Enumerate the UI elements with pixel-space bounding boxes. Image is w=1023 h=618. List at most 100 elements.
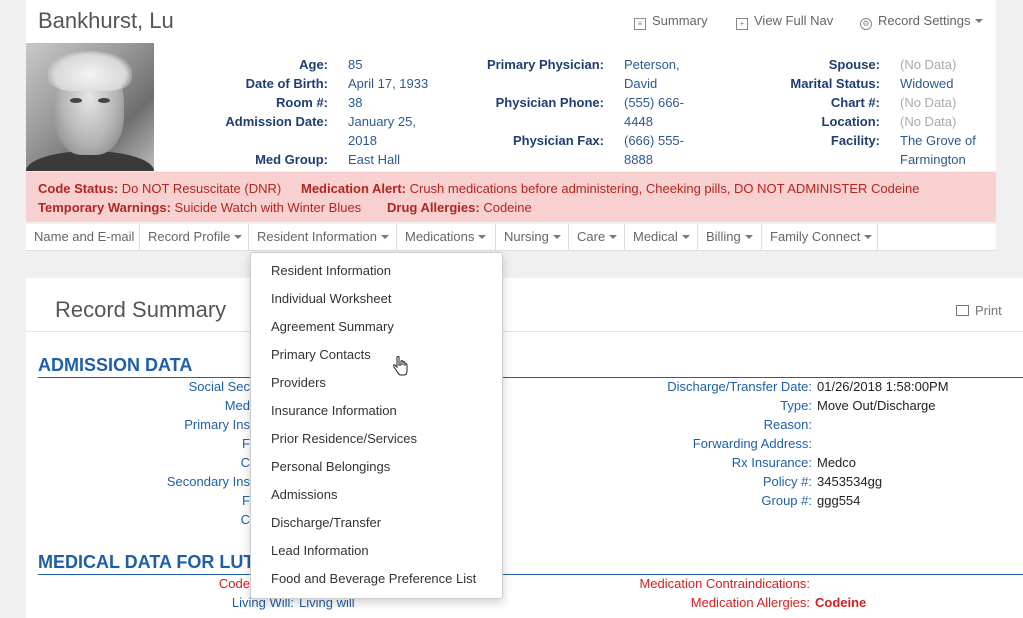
menu-item-individual-worksheet[interactable]: Individual Worksheet bbox=[271, 291, 391, 306]
view-full-nav-label: View Full Nav bbox=[754, 13, 834, 28]
tab-nursing[interactable]: Nursing bbox=[496, 224, 569, 250]
temporary-warnings: Temporary Warnings: Suicide Watch with W… bbox=[38, 200, 361, 215]
code-status-value: Do NOT Resuscitate (DNR) bbox=[121, 181, 282, 196]
tab-label: Medical bbox=[633, 229, 678, 244]
rx-insurance-label: Rx Insurance: bbox=[731, 455, 812, 470]
spouse-value: (No Data) bbox=[900, 57, 957, 72]
tab-name-and-email[interactable]: Name and E-mail bbox=[26, 224, 140, 250]
menu-item-insurance-information[interactable]: Insurance Information bbox=[271, 403, 397, 418]
list-icon: ≡ bbox=[634, 18, 646, 30]
physician-phone-value-line1: (555) 666- bbox=[624, 95, 684, 110]
menu-item-lead-information[interactable]: Lead Information bbox=[271, 543, 369, 558]
print-label: Print bbox=[975, 303, 1002, 318]
summary-link[interactable]: ≡ Summary bbox=[634, 13, 708, 30]
group-number-label: Group #: bbox=[761, 493, 812, 508]
menu-item-agreement-summary[interactable]: Agreement Summary bbox=[271, 319, 394, 334]
temporary-warnings-label: Temporary Warnings: bbox=[38, 200, 171, 215]
tab-label: Name and E-mail bbox=[34, 229, 135, 244]
medical-data-title: MEDICAL DATA FOR LUTE bbox=[38, 552, 267, 572]
physician-phone-value-line2: 4448 bbox=[624, 114, 653, 129]
menu-item-discharge-transfer[interactable]: Discharge/Transfer bbox=[271, 515, 381, 530]
admission-date-value-line1: January 25, bbox=[348, 114, 416, 129]
medication-contraindications-label: Medication Contraindications: bbox=[639, 576, 810, 591]
menu-item-providers[interactable]: Providers bbox=[271, 375, 326, 390]
menu-item-resident-information[interactable]: Resident Information bbox=[271, 263, 391, 278]
discharge-date-value: 01/26/2018 1:58:00PM bbox=[817, 379, 949, 394]
primary-insurance-label: Primary Ins bbox=[184, 417, 250, 432]
summary-divider bbox=[26, 331, 1023, 332]
code-status-label: Code Status: bbox=[38, 181, 119, 196]
location-label: Location: bbox=[821, 114, 881, 129]
location-value: (No Data) bbox=[900, 114, 957, 129]
admission-date-value-line2: 2018 bbox=[348, 133, 377, 148]
physician-fax-value-line1: (666) 555- bbox=[624, 133, 684, 148]
menu-item-primary-contacts[interactable]: Primary Contacts bbox=[271, 347, 371, 362]
caret-down-icon bbox=[609, 235, 618, 239]
menu-item-prior-residence[interactable]: Prior Residence/Services bbox=[271, 431, 417, 446]
tab-care[interactable]: Care bbox=[569, 224, 625, 250]
tab-label: Care bbox=[577, 229, 606, 244]
social-security-label: Social Sec bbox=[188, 379, 250, 394]
caret-down-icon bbox=[552, 235, 561, 239]
admission-data-title: ADMISSION DATA bbox=[38, 355, 193, 375]
medication-alert-value: Crush medications before administering, … bbox=[409, 181, 920, 196]
age-value: 85 bbox=[348, 57, 363, 72]
tab-label: Billing bbox=[706, 229, 741, 244]
primary-policy-label: F bbox=[242, 436, 250, 451]
dob-value: April 17, 1933 bbox=[348, 76, 429, 91]
med-group-value: East Hall bbox=[348, 152, 401, 167]
physician-phone-label: Physician Phone: bbox=[495, 95, 604, 110]
record-settings-dropdown[interactable]: ⚙ Record Settings bbox=[860, 13, 983, 30]
dob-label: Date of Birth: bbox=[245, 76, 328, 91]
chart-number-value: (No Data) bbox=[900, 95, 957, 110]
caret-down-icon bbox=[681, 235, 690, 239]
hand-cursor-icon bbox=[393, 356, 408, 376]
drug-allergies-label: Drug Allergies: bbox=[387, 200, 480, 215]
print-button[interactable]: Print bbox=[956, 303, 1002, 318]
tab-family-connect[interactable]: Family Connect bbox=[762, 224, 878, 250]
discharge-type-value: Move Out/Discharge bbox=[817, 398, 936, 413]
facility-label: Facility: bbox=[830, 133, 880, 148]
age-label: Age: bbox=[299, 57, 328, 72]
policy-number-label: Policy #: bbox=[762, 474, 812, 489]
temporary-warnings-value: Suicide Watch with Winter Blues bbox=[174, 200, 362, 215]
drug-allergies: Drug Allergies: Codeine bbox=[387, 200, 532, 215]
secondary-group-label: C bbox=[240, 512, 250, 527]
tab-medications[interactable]: Medications bbox=[397, 224, 496, 250]
chart-number-label: Chart #: bbox=[830, 95, 880, 110]
discharge-type-label: Type: bbox=[780, 398, 812, 413]
room-value: 38 bbox=[348, 95, 363, 110]
admission-date-label: Admission Date: bbox=[225, 114, 328, 129]
primary-physician-value-line2: David bbox=[624, 76, 658, 91]
marital-status-value: Widowed bbox=[900, 76, 954, 91]
tab-resident-information[interactable]: Resident Information bbox=[249, 224, 397, 250]
admission-data-rule bbox=[38, 377, 1023, 378]
physician-fax-label: Physician Fax: bbox=[512, 133, 604, 148]
group-number-value: ggg554 bbox=[817, 493, 861, 508]
menu-item-admissions[interactable]: Admissions bbox=[271, 487, 337, 502]
code-status-summary-label: Code bbox=[218, 576, 250, 591]
physician-fax-value-line2: 8888 bbox=[624, 152, 653, 167]
resident-photo bbox=[26, 43, 154, 171]
med-group-label: Med Group: bbox=[255, 152, 328, 167]
caret-down-icon bbox=[478, 235, 487, 239]
tab-record-profile[interactable]: Record Profile bbox=[140, 224, 249, 250]
view-full-nav-link[interactable]: + View Full Nav bbox=[736, 13, 833, 30]
tab-label: Resident Information bbox=[257, 229, 377, 244]
medication-allergies-label: Medication Allergies: bbox=[690, 595, 810, 610]
marital-status-label: Marital Status: bbox=[790, 76, 880, 91]
tab-billing[interactable]: Billing bbox=[698, 224, 762, 250]
menu-item-personal-belongings[interactable]: Personal Belongings bbox=[271, 459, 390, 474]
primary-physician-label: Primary Physician: bbox=[486, 57, 604, 72]
menu-item-food-beverage-preference[interactable]: Food and Beverage Preference List bbox=[271, 571, 476, 586]
medication-allergies-value: Codeine bbox=[815, 595, 867, 610]
tab-medical[interactable]: Medical bbox=[625, 224, 698, 250]
gear-icon: ⚙ bbox=[860, 18, 872, 30]
discharge-date-label: Discharge/Transfer Date: bbox=[667, 379, 812, 394]
tab-label: Record Profile bbox=[148, 229, 231, 244]
caret-down-icon bbox=[974, 19, 983, 23]
medical-data-rule bbox=[38, 574, 1023, 575]
caret-down-icon bbox=[234, 235, 243, 239]
primary-physician-value-line1: Peterson, bbox=[624, 57, 680, 72]
resident-name: Bankhurst, Lu bbox=[38, 8, 174, 33]
